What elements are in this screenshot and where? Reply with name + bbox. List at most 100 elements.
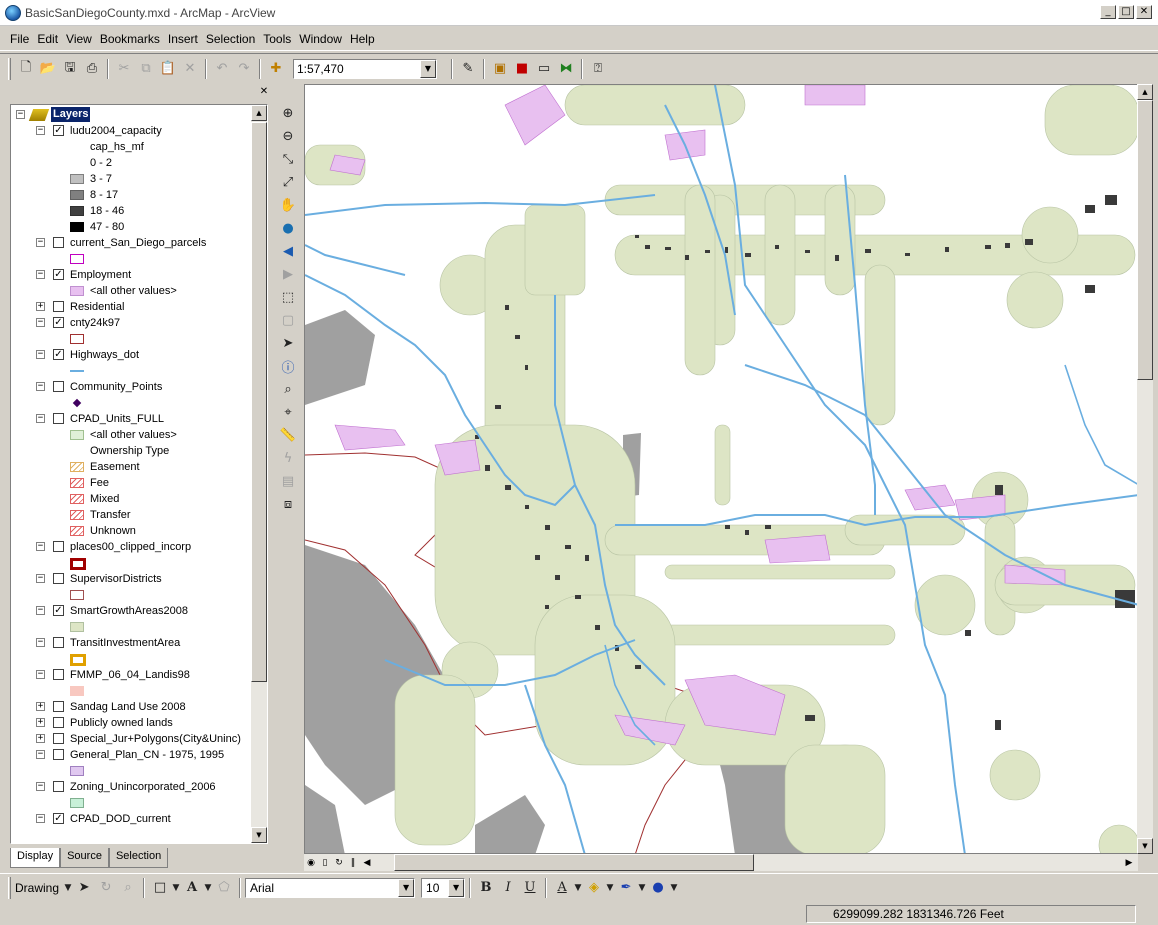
print-icon[interactable]: ⎙ [81,58,103,80]
layer-visibility-checkbox[interactable]: ✓ [53,317,64,328]
marker-color-icon[interactable]: ● [647,877,669,899]
expand-icon[interactable]: + [36,302,45,311]
collapse-icon[interactable]: − [36,670,45,679]
drawing-dropdown-icon[interactable]: ▼ [63,877,73,899]
new-text-icon[interactable]: A [181,877,203,899]
collapse-icon[interactable]: − [36,542,45,551]
toc-close-icon[interactable]: ✕ [258,86,270,98]
layer-visibility-checkbox[interactable] [53,781,64,792]
menu-bookmarks[interactable]: Bookmarks [96,32,164,46]
layer-visibility-checkbox[interactable] [53,381,64,392]
collapse-icon[interactable]: − [36,414,45,423]
fixed-zoom-in-icon[interactable]: ⤡ [277,148,299,171]
clear-selection-icon[interactable]: ▢ [277,309,299,332]
fixed-zoom-out-icon[interactable]: ⤢ [277,171,299,194]
menu-edit[interactable]: Edit [33,32,62,46]
collapse-icon[interactable]: − [36,350,45,359]
scroll-thumb[interactable] [251,122,267,682]
toc-vertical-scrollbar[interactable]: ▲ ▼ [251,105,267,843]
menu-view[interactable]: View [62,32,96,46]
layer-name[interactable]: CPAD_DOD_current [70,811,171,827]
font-color-dropdown-icon[interactable]: ▼ [573,877,583,899]
menu-help[interactable]: Help [346,32,379,46]
layer-name[interactable]: places00_clipped_incorp [70,539,191,555]
layer-visibility-checkbox[interactable]: ✓ [53,125,64,136]
italic-icon[interactable]: I [497,877,519,899]
measure-icon[interactable]: 📏 [277,424,299,447]
command-line-icon[interactable]: ▭ [533,58,555,80]
layer-name[interactable]: CPAD_Units_FULL [70,411,164,427]
layer-name[interactable]: Special_Jur+Polygons(City&Uninc) [70,731,241,747]
rotate-icon[interactable]: ↻ [95,877,117,899]
layer-visibility-checkbox[interactable] [53,573,64,584]
pause-drawing-icon[interactable]: ‖ [346,856,360,870]
tab-display[interactable]: Display [10,848,61,868]
go-to-xy-icon[interactable]: ⌖ [277,401,299,424]
maximize-button[interactable]: □ [1118,5,1134,19]
create-viewer-window-icon[interactable]: ⧈ [277,493,299,516]
full-extent-globe-icon[interactable]: ● [277,217,299,240]
map-canvas[interactable] [305,85,1138,854]
menu-file[interactable]: File [6,32,33,46]
collapse-icon[interactable]: − [36,782,45,791]
layers-root-label[interactable]: Layers [51,107,91,122]
map-scale-combobox[interactable]: 1:57,470 ▼ [293,58,437,79]
scroll-down-icon[interactable]: ▼ [251,827,267,843]
menu-selection[interactable]: Selection [202,32,259,46]
arcmap-app-icon[interactable] [5,4,21,21]
layer-visibility-checkbox[interactable] [53,733,64,744]
data-view-icon[interactable]: ◉ [304,856,318,870]
layer-name[interactable]: ludu2004_capacity [70,123,162,139]
tab-selection[interactable]: Selection [108,848,169,868]
arccatalog-icon[interactable]: ▣ [489,58,511,80]
layer-name[interactable]: Zoning_Unincorporated_2006 [70,779,216,795]
hyperlink-icon[interactable]: ϟ [277,447,299,470]
layer-visibility-checkbox[interactable] [53,749,64,760]
layer-name[interactable]: FMMP_06_04_Landis98 [70,667,190,683]
minimize-button[interactable]: _ [1100,5,1116,19]
new-document-icon[interactable]: 🗋 [15,58,37,80]
layer-name[interactable]: General_Plan_CN - 1975, 1995 [70,747,224,763]
forward-arrow-icon[interactable]: ▶ [277,263,299,286]
editor-toolbar-icon[interactable]: ✎ [457,58,479,80]
font-size-combobox[interactable]: 10 ▼ [421,877,466,898]
edit-vertices-icon[interactable]: ⬠ [213,877,235,899]
collapse-icon[interactable]: − [36,318,45,327]
expand-icon[interactable]: + [36,718,45,727]
layout-view-icon[interactable]: ▯ [318,856,332,870]
layer-visibility-checkbox[interactable]: ✓ [53,813,64,824]
expand-icon[interactable]: + [36,702,45,711]
layer-name[interactable]: Sandag Land Use 2008 [70,699,186,715]
layer-name[interactable]: cnty24k97 [70,315,120,331]
fill-color-dropdown-icon[interactable]: ▼ [605,877,615,899]
whats-this-help-icon[interactable]: ⍰ [587,58,609,80]
chevron-down-icon[interactable]: ▼ [398,878,415,897]
map-horizontal-scrollbar[interactable]: ◉ ▯ ↻ ‖ ◀ ▶ [304,854,1138,871]
scroll-left-icon[interactable]: ◀ [360,856,374,870]
zoom-out-icon[interactable]: ⊖ [277,125,299,148]
line-color-icon[interactable]: ✒ [615,877,637,899]
map-hscroll-thumb[interactable] [394,854,754,871]
redo-icon[interactable]: ↷ [233,58,255,80]
layer-visibility-checkbox[interactable] [53,413,64,424]
underline-icon[interactable]: U [519,877,541,899]
collapse-icon[interactable]: − [36,574,45,583]
rectangle-dropdown-icon[interactable]: ▼ [171,877,181,899]
back-arrow-icon[interactable]: ◀ [277,240,299,263]
open-folder-icon[interactable]: 📂 [37,58,59,80]
layer-name[interactable]: SmartGrowthAreas2008 [70,603,188,619]
add-data-icon[interactable]: ✚ [265,58,287,80]
bold-icon[interactable]: B [475,877,497,899]
collapse-icon[interactable]: − [36,750,45,759]
layer-tree[interactable]: ▲ ▼ − Layers − ✓ ludu2004_capacity cap_hs_mf 0… [10,104,268,844]
drawing-menu[interactable]: Drawing [15,881,59,895]
fill-color-icon[interactable]: ◈ [583,877,605,899]
layer-name[interactable]: SupervisorDistricts [70,571,162,587]
scroll-up-icon[interactable]: ▲ [1137,84,1153,100]
model-builder-icon[interactable]: ⧓ [555,58,577,80]
collapse-icon[interactable]: − [36,238,45,247]
collapse-icon[interactable]: − [36,270,45,279]
layer-name[interactable]: TransitInvestmentArea [70,635,180,651]
layer-name[interactable]: Highways_dot [70,347,139,363]
map-display[interactable] [304,84,1138,854]
